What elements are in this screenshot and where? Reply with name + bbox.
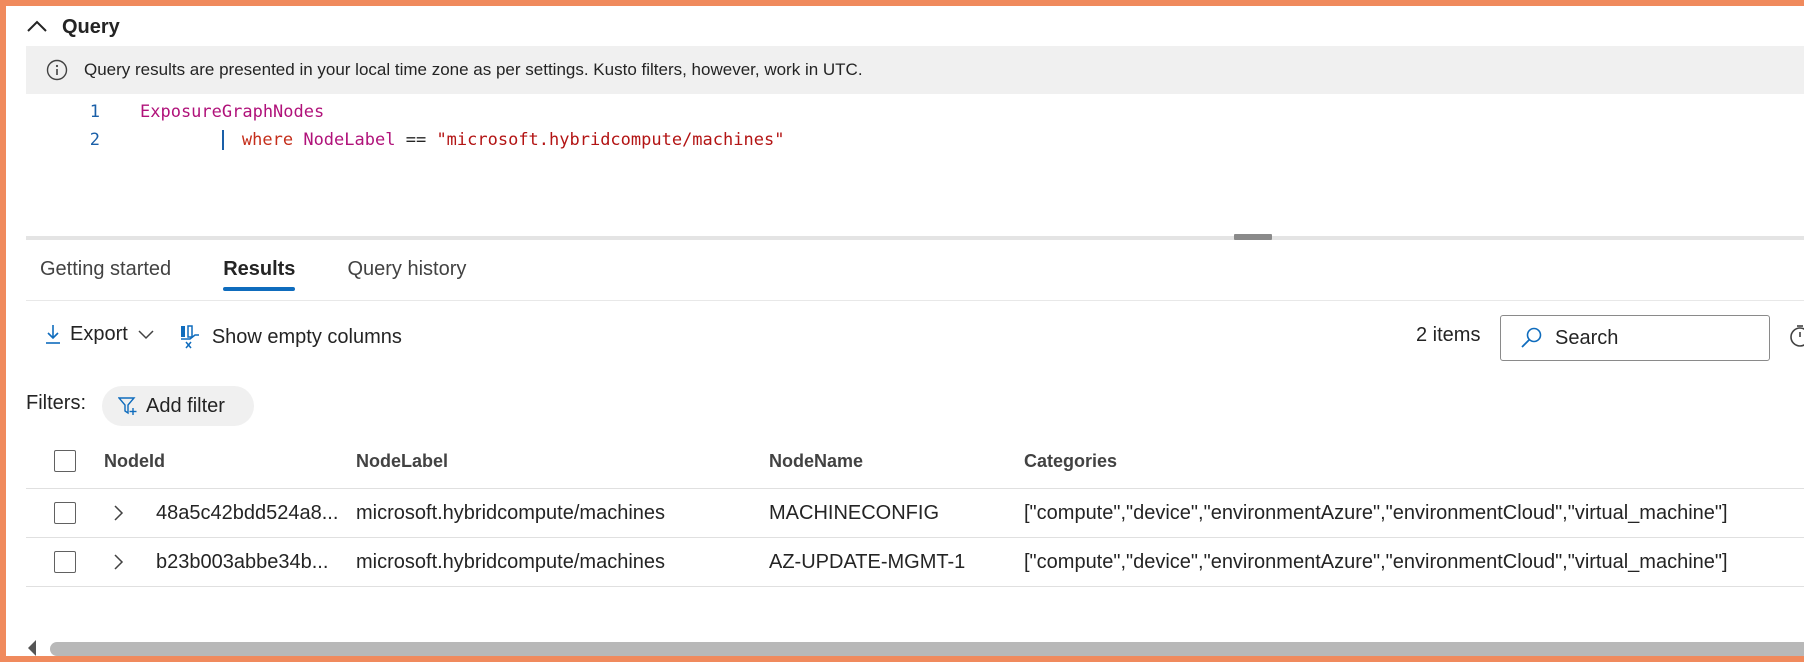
cell-nodelabel: microsoft.hybridcompute/machines xyxy=(356,550,666,573)
column-header-nodelabel[interactable]: NodeLabel xyxy=(356,434,448,488)
row-checkbox[interactable] xyxy=(54,551,76,573)
search-input[interactable] xyxy=(1553,325,1757,351)
cell-categories: ["compute","device","environmentAzure","… xyxy=(1024,501,1728,524)
query-panel: Query Query results are presented in you… xyxy=(6,6,1804,656)
table-row[interactable]: 48a5c42bdd524a8... microsoft.hybridcompu… xyxy=(26,489,1804,538)
string-literal: "microsoft.hybridcompute/machines" xyxy=(436,130,785,150)
row-expand[interactable] xyxy=(112,489,124,537)
column-header-categories[interactable]: Categories xyxy=(1024,434,1117,488)
search-box[interactable] xyxy=(1500,315,1770,361)
download-icon xyxy=(46,325,60,344)
line-number: 2 xyxy=(89,130,100,150)
chevron-right-icon[interactable] xyxy=(112,553,124,571)
show-empty-columns-label: Show empty columns xyxy=(211,325,402,348)
tab-getting-started[interactable]: Getting started xyxy=(40,252,171,291)
show-empty-columns-button[interactable]: Show empty columns xyxy=(178,324,402,350)
chevron-up-icon[interactable] xyxy=(26,16,48,38)
select-all-cell[interactable] xyxy=(54,434,76,488)
column-header-nodename[interactable]: NodeName xyxy=(769,434,863,488)
pipe-symbol xyxy=(221,130,224,150)
divider xyxy=(26,300,1804,301)
cell-categories: ["compute","device","environmentAzure","… xyxy=(1024,550,1728,573)
info-text: Query results are presented in your loca… xyxy=(84,60,863,79)
line-number: 1 xyxy=(89,102,100,122)
column-header-nodeid[interactable]: NodeId xyxy=(104,434,165,488)
add-filter-button[interactable]: Add filter xyxy=(102,386,254,426)
row-select-cell[interactable] xyxy=(54,489,76,537)
query-title: Query xyxy=(62,15,120,38)
query-section-header[interactable]: Query xyxy=(26,12,120,42)
field-name: NodeLabel xyxy=(303,130,396,150)
add-filter-label: Add filter xyxy=(146,394,225,417)
horizontal-scrollbar[interactable] xyxy=(50,642,1804,656)
filters-label: Filters: xyxy=(26,392,86,414)
operator: == xyxy=(405,130,427,150)
export-label: Export xyxy=(70,322,128,345)
row-checkbox[interactable] xyxy=(54,502,76,524)
table-header: NodeId NodeLabel NodeName Categories xyxy=(26,434,1804,489)
where-keyword: where xyxy=(241,130,294,150)
select-all-checkbox[interactable] xyxy=(54,450,76,472)
cell-nodename: MACHINECONFIG xyxy=(769,501,939,524)
row-select-cell[interactable] xyxy=(54,538,76,586)
scroll-left-arrow-icon[interactable] xyxy=(28,640,36,656)
export-button[interactable]: Export xyxy=(44,323,154,346)
results-table: NodeId NodeLabel NodeName Categories 48a… xyxy=(26,434,1804,587)
pane-splitter[interactable] xyxy=(26,236,1804,240)
table-row[interactable]: b23b003abbe34b... microsoft.hybridcomput… xyxy=(26,538,1804,587)
timer-icon[interactable] xyxy=(1788,324,1804,348)
column-hide-icon xyxy=(180,325,199,349)
code-line-2[interactable]: 2 where NodeLabel == "microsoft.hybridco… xyxy=(26,126,784,154)
cell-nodelabel: microsoft.hybridcompute/machines xyxy=(356,501,666,524)
tab-results[interactable]: Results xyxy=(223,252,296,291)
cell-nodeid: 48a5c42bdd524a8... xyxy=(156,501,339,524)
query-editor[interactable]: 1 ExposureGraphNodes 2 where NodeLabel =… xyxy=(26,98,1804,236)
cell-nodename: AZ-UPDATE-MGMT-1 xyxy=(769,550,966,573)
chevron-down-icon[interactable] xyxy=(138,328,154,340)
row-expand[interactable] xyxy=(112,538,124,586)
info-icon xyxy=(46,59,68,81)
items-count: 2 items xyxy=(1416,324,1481,346)
chevron-right-icon[interactable] xyxy=(112,504,124,522)
results-toolbar: Export Show empty columns xyxy=(44,312,402,356)
info-banner: Query results are presented in your loca… xyxy=(26,46,1804,94)
results-tabs: Getting started Results Query history xyxy=(40,252,518,291)
tab-query-history[interactable]: Query history xyxy=(347,252,466,291)
search-icon xyxy=(1521,327,1542,348)
splitter-handle[interactable] xyxy=(1234,234,1272,240)
cell-nodeid: b23b003abbe34b... xyxy=(156,550,329,573)
filter-add-icon xyxy=(118,397,137,415)
